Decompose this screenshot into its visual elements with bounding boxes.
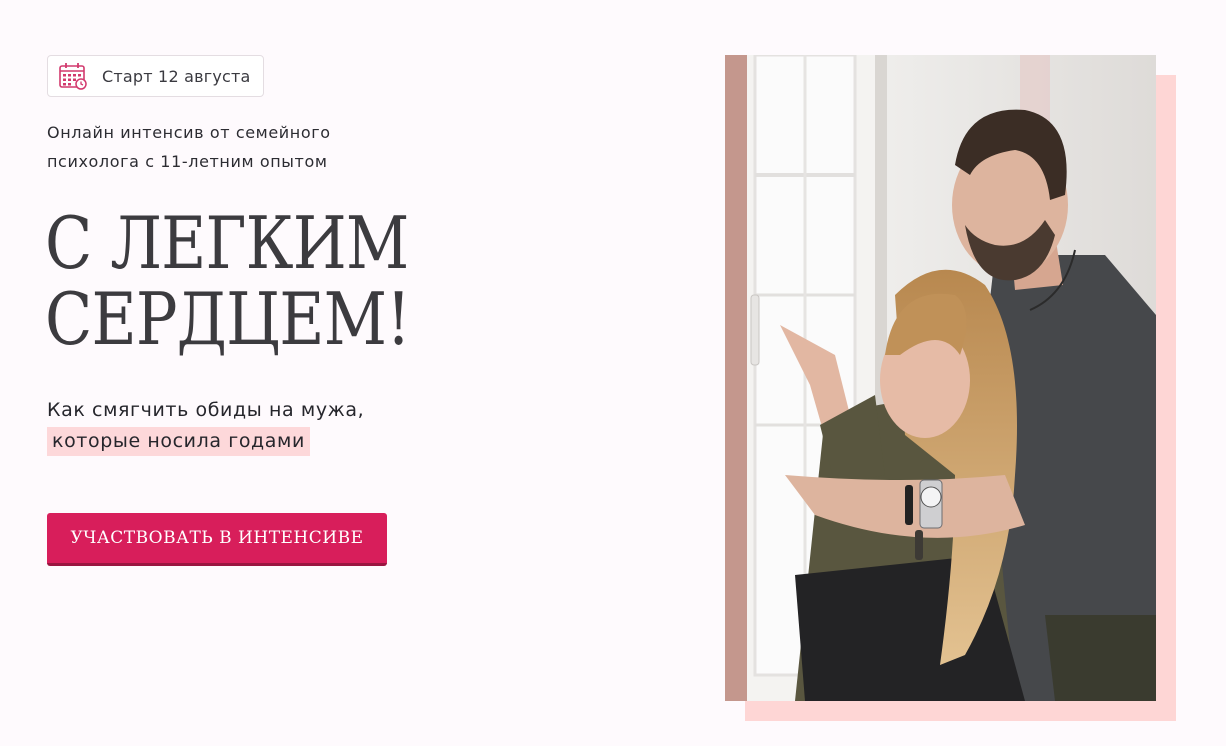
couple-illustration — [725, 55, 1156, 701]
start-date-badge: Старт 12 августа — [47, 55, 264, 97]
intro-line-1: Онлайн интенсив от семейного — [47, 123, 331, 142]
page-title: С ЛЕГКИМ СЕРДЦЕМ! — [45, 201, 411, 361]
title-line-2: СЕРДЦЕМ! — [45, 277, 411, 361]
intro-line-2: психолога с 11-летним опытом — [47, 152, 328, 171]
start-date-text: Старт 12 августа — [102, 66, 251, 86]
subtitle-line-1: Как смягчить обиды на мужа, — [47, 399, 365, 421]
couple-photo — [725, 55, 1156, 701]
hero-section: Старт 12 августа Онлайн интенсив от семе… — [0, 0, 1226, 746]
calendar-icon — [59, 63, 87, 90]
join-intensive-button[interactable]: УЧАСТВОВАТЬ В ИНТЕНСИВЕ — [47, 513, 387, 566]
subtitle: Как смягчить обиды на мужа, которые носи… — [47, 396, 364, 456]
intro-text: Онлайн интенсив от семейного психолога с… — [47, 118, 447, 176]
subtitle-highlight: которые носила годами — [47, 427, 310, 456]
title-line-1: С ЛЕГКИМ — [45, 201, 409, 285]
